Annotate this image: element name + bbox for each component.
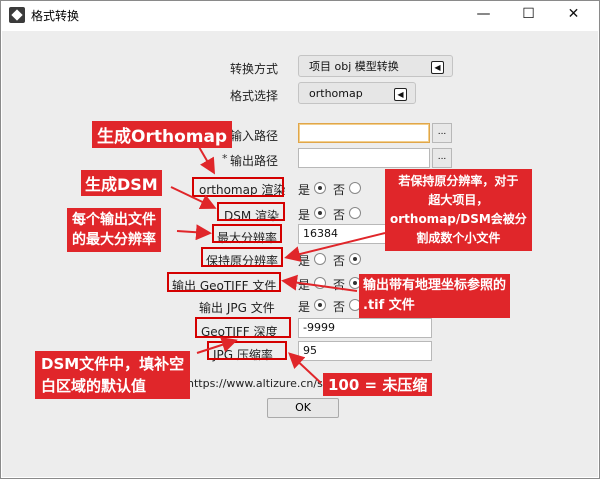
arrow-orthomap bbox=[198, 146, 216, 175]
arrow-geotiff bbox=[281, 274, 358, 292]
arrow-jpg-quality bbox=[288, 352, 322, 384]
arrow-keep-resolution bbox=[284, 232, 386, 262]
arrow-geotiff-depth bbox=[196, 337, 238, 354]
arrow-dsm bbox=[170, 186, 217, 210]
annotation-arrows bbox=[170, 146, 386, 384]
format-convert-window: 格式转换 — ☐ ✕ 转换方式 项目 obj 模型转换 ◀ 格式选择 ortho… bbox=[0, 0, 600, 479]
arrow-max-resolution bbox=[176, 224, 212, 241]
